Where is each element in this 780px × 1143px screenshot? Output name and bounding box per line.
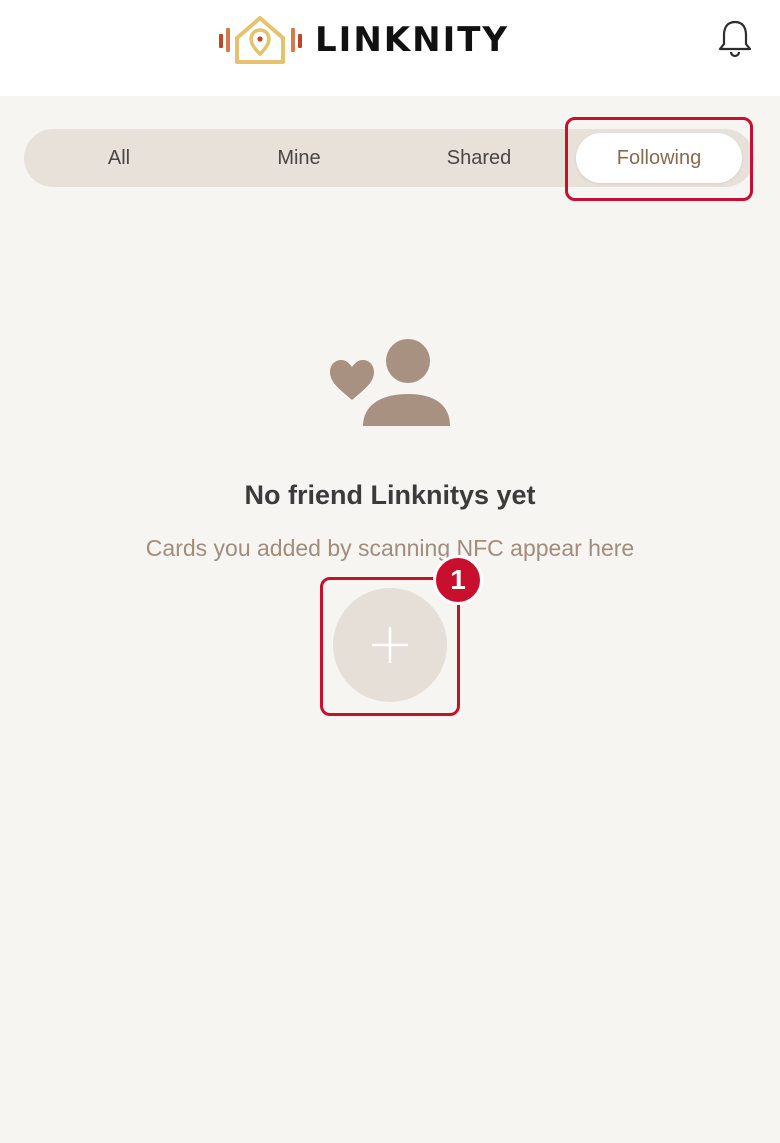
- app-header: LINKNITY: [0, 0, 780, 96]
- step-badge: 1: [433, 555, 483, 605]
- bell-icon[interactable]: [716, 18, 754, 60]
- brand-name: LINKNITY: [315, 20, 510, 60]
- plus-icon: [372, 627, 408, 663]
- empty-state-subtitle: Cards you added by scanning NFC appear h…: [145, 535, 635, 561]
- tab-all[interactable]: All: [24, 129, 214, 187]
- following-page: LINKNITY All Mine Shared Following No fr…: [0, 0, 780, 1143]
- brand-logo: LINKNITY: [217, 12, 509, 68]
- filter-tabs: All Mine Shared Following: [24, 129, 754, 187]
- tab-following[interactable]: Following: [576, 133, 742, 183]
- tab-mine[interactable]: Mine: [209, 129, 389, 187]
- add-card-button[interactable]: [333, 588, 447, 702]
- house-pin-icon: [219, 16, 302, 64]
- tab-shared[interactable]: Shared: [389, 129, 569, 187]
- empty-state-title: No friend Linknitys yet: [244, 480, 536, 510]
- heart-person-icon: [330, 339, 450, 426]
